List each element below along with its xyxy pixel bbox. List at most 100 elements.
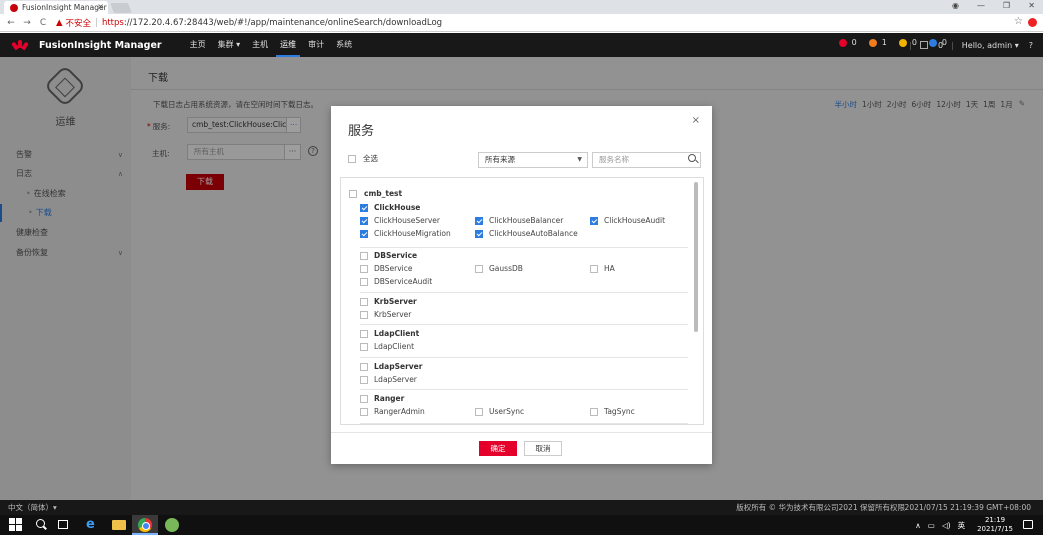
url-text: ://172.20.4.67:28443/web/#!/app/maintena… [123,17,443,28]
role-checkbox[interactable]: ClickHouseAutoBalance [475,229,578,238]
nav-cluster[interactable]: 集群 ▾ [212,33,247,57]
role-checkbox[interactable]: KrbServer [360,310,411,319]
role-checkbox[interactable]: ClickHouseAudit [590,216,665,225]
role-checkbox[interactable]: ClickHouseBalancer [475,216,563,225]
search-icon[interactable] [688,154,696,162]
volume-icon[interactable]: ◁) [942,521,951,530]
insecure-label: 不安全 [65,18,92,29]
cancel-button[interactable]: 取消 [524,441,562,456]
url-field[interactable]: ▲ 不安全 | https ://172.20.4.67:28443/web/#… [56,17,442,29]
tasks-count: 0 [937,40,944,50]
major-alarm-icon [868,38,877,47]
alarm-critical[interactable]: 0 [838,38,857,47]
warning-icon: ▲ [56,17,63,28]
critical-alarm-icon [838,38,847,47]
browser-tab-bar: FusionInsight Manager × ◉ — ❐ ✕ [0,0,1043,14]
notification-icon[interactable] [1023,520,1033,529]
window-close-icon[interactable]: ✕ [1028,1,1035,10]
role-checkbox[interactable]: DBServiceAudit [360,277,432,286]
chevron-up-icon[interactable]: ∧ [915,521,921,530]
service-checkbox-ranger[interactable]: Ranger [360,394,404,403]
service-tree: cmb_test ClickHouse ClickHouseServer Cli… [340,177,704,425]
input-method[interactable]: 英 [958,520,966,531]
source-select[interactable]: 所有来源 ▼ [478,152,588,168]
divider [331,432,712,433]
role-checkbox[interactable]: UserSync [475,407,524,416]
service-checkbox-ldapclient[interactable]: LdapClient [360,329,419,338]
dialog-title: 服务 [348,124,375,139]
network-icon[interactable]: ▭ [928,521,935,530]
app-footer: 中文（简体）▾ 版权所有 © 华为技术有限公司2021 保留所有权限 2021/… [0,500,1043,515]
service-search-input[interactable]: 服务名称 [592,152,701,168]
restore-icon[interactable]: ❐ [1003,1,1010,10]
role-checkbox[interactable]: ClickHouseMigration [360,229,451,238]
huawei-favicon-icon [10,3,18,12]
tab-close-icon[interactable]: × [97,2,104,11]
system-tray: ∧ ▭ ◁) 英 21:19 2021/7/15 [908,515,1013,535]
cluster-checkbox[interactable]: cmb_test [349,189,402,198]
tab-title: FusionInsight Manager [22,3,107,12]
copyright-text: 版权所有 © 华为技术有限公司2021 保留所有权限 [736,503,905,512]
confirm-button[interactable]: 确定 [479,441,517,456]
nav-hosts[interactable]: 主机 [246,33,274,57]
service-checkbox-krbserver[interactable]: KrbServer [360,297,417,306]
role-checkbox[interactable]: GaussDB [475,264,523,273]
browser-tab[interactable]: FusionInsight Manager × [4,1,108,14]
top-navigation: 主页 集群 ▾ 主机 运维 审计 系统 [184,33,359,57]
user-menu[interactable]: Hello, admin ▾ [962,41,1019,50]
address-bar: ← → C ▲ 不安全 | https ://172.20.4.67:28443… [0,14,1043,32]
service-group-ranger: Ranger RangerAdmin UserSync TagSync [360,391,688,424]
role-checkbox[interactable]: LdapClient [360,342,414,351]
nav-audit[interactable]: 审计 [302,33,330,57]
windows-taskbar: e ∧ ▭ ◁) 英 21:19 2021/7/15 [0,515,1043,535]
role-checkbox[interactable]: LdapServer [360,375,417,384]
file-explorer-icon[interactable] [112,520,126,530]
internet-explorer-icon[interactable]: e [86,518,100,532]
service-dialog: 服务 × 全选 所有来源 ▼ 服务名称 cmb_test ClickHouse … [331,106,712,464]
minor-alarm-icon [898,38,907,47]
windows-start-icon[interactable] [9,518,23,532]
header-right: | 0 | Hello, admin ▾ ? [909,40,1033,50]
reload-icon[interactable]: C [38,18,48,28]
role-checkbox[interactable]: DBService [360,264,413,273]
app-icon[interactable] [165,518,179,532]
tasks-icon[interactable] [919,41,928,49]
service-group-dbservice: DBService DBService GaussDB HA DBService… [360,249,688,293]
role-checkbox[interactable]: ClickHouseServer [360,216,440,225]
new-tab-button[interactable] [110,3,132,13]
minimize-icon[interactable]: — [977,1,985,10]
caret-down-icon: ▼ [577,156,582,163]
service-group-ldapserver: LdapServer LdapServer [360,359,688,390]
role-checkbox[interactable]: RangerAdmin [360,407,425,416]
extension-icon[interactable] [1028,18,1037,27]
brand-title: FusionInsight Manager [39,39,162,51]
help-icon[interactable]: ? [1029,41,1033,50]
back-icon[interactable]: ← [6,18,16,28]
service-group-ldapclient: LdapClient LdapClient [360,326,688,358]
huawei-logo-icon [11,40,29,51]
nav-system[interactable]: 系统 [330,33,358,57]
close-icon[interactable]: × [692,115,700,126]
search-icon[interactable] [34,518,48,532]
url-scheme: https [101,17,124,28]
service-checkbox-dbservice[interactable]: DBService [360,251,417,260]
service-group-clickhouse: ClickHouse ClickHouseServer ClickHouseBa… [360,203,688,248]
service-checkbox-clickhouse[interactable]: ClickHouse [360,203,420,212]
taskbar-clock[interactable]: 21:19 2021/7/15 [977,516,1013,534]
nav-maintenance[interactable]: 运维 [274,33,302,57]
nav-home[interactable]: 主页 [184,33,212,57]
scrollbar[interactable] [694,182,698,332]
alarm-major[interactable]: 1 [868,38,887,47]
server-datetime: 2021/07/15 21:19:39 GMT+08:00 [904,503,1031,512]
role-checkbox[interactable]: HA [590,264,615,273]
role-checkbox[interactable]: TagSync [590,407,635,416]
language-select[interactable]: 中文（简体）▾ [8,500,57,515]
chrome-icon[interactable] [138,518,152,532]
forward-icon[interactable]: → [22,18,32,28]
service-group-krbserver: KrbServer KrbServer [360,294,688,325]
service-checkbox-ldapserver[interactable]: LdapServer [360,362,422,371]
select-all-checkbox[interactable]: 全选 [348,153,378,164]
task-view-icon[interactable] [58,520,68,529]
profile-icon[interactable]: ◉ [952,1,959,10]
bookmark-star-icon[interactable]: ☆ [1014,16,1023,27]
